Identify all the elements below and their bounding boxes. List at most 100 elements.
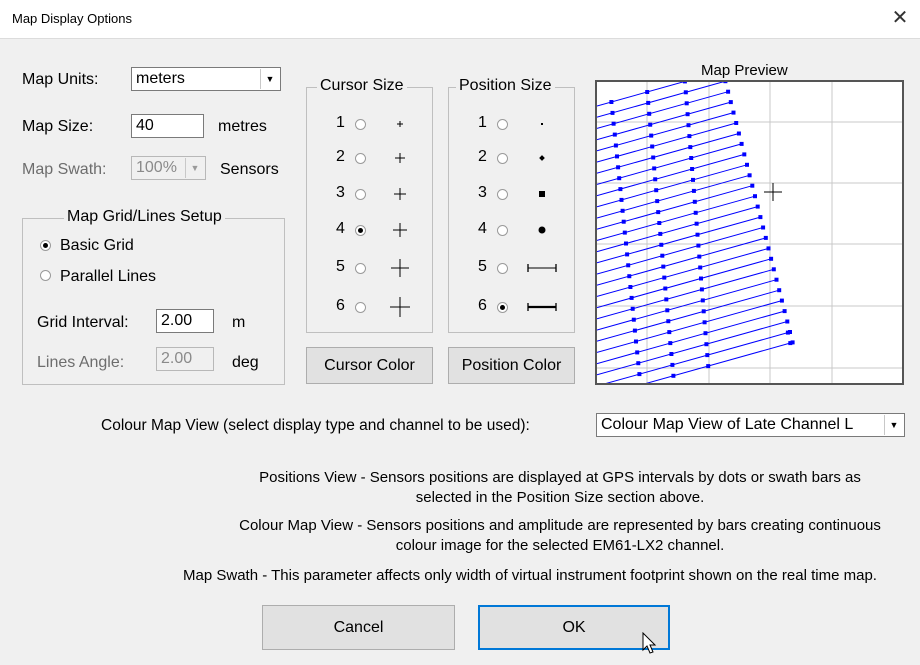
crosshair-icon xyxy=(394,188,406,200)
map-size-label: Map Size: xyxy=(22,118,94,135)
position-marker xyxy=(697,254,702,259)
cancel-button[interactable]: Cancel xyxy=(262,605,455,650)
position-marker xyxy=(625,252,630,257)
position-marker xyxy=(779,298,784,303)
cursor-size-radio-5[interactable] xyxy=(355,263,366,274)
survey-line xyxy=(597,101,731,141)
cursor-size-radio-4[interactable] xyxy=(355,225,366,236)
position-marker xyxy=(620,208,625,213)
position-marker xyxy=(612,132,617,137)
lines-angle-unit: deg xyxy=(232,354,259,371)
position-marker xyxy=(646,100,651,105)
position-marker xyxy=(758,215,763,220)
parallel-lines-label[interactable]: Parallel Lines xyxy=(60,268,156,286)
map-swath-label: Map Swath: xyxy=(22,161,107,178)
position-marker xyxy=(649,133,654,138)
position-marker xyxy=(684,101,689,106)
title-bar xyxy=(0,0,920,39)
crosshair-icon xyxy=(395,153,405,163)
close-icon[interactable]: ✕ xyxy=(886,4,914,32)
position-marker xyxy=(667,330,672,335)
position-size-radio-4[interactable] xyxy=(497,225,508,236)
grid-interval-input[interactable]: 2.00 xyxy=(156,309,214,333)
survey-line xyxy=(597,82,725,118)
position-marker xyxy=(682,82,687,84)
position-marker xyxy=(692,199,697,204)
colour-map-select[interactable]: Colour Map View of Late Channel L ▼ xyxy=(596,413,905,437)
position-marker xyxy=(671,373,676,378)
position-marker xyxy=(706,364,711,369)
position-marker xyxy=(662,275,667,280)
lines-angle-label: Lines Angle: xyxy=(37,354,125,371)
position-marker xyxy=(613,143,618,148)
position-size-number: 3 xyxy=(478,184,487,201)
position-size-radio-2[interactable] xyxy=(497,153,508,164)
position-marker xyxy=(630,306,635,311)
position-marker xyxy=(761,225,766,230)
colour-map-description: Colour Map View - Sensors positions and … xyxy=(239,517,881,554)
grid-interval-unit: m xyxy=(232,314,246,331)
position-marker-icon xyxy=(541,123,543,125)
position-size-radio-5[interactable] xyxy=(497,263,508,274)
map-preview xyxy=(595,80,904,385)
map-preview-canvas xyxy=(597,82,902,383)
position-size-radio-6[interactable] xyxy=(497,302,508,313)
position-size-radio-3[interactable] xyxy=(497,189,508,200)
position-marker xyxy=(647,111,652,116)
position-size-number: 1 xyxy=(478,114,487,131)
position-marker xyxy=(731,110,736,115)
basic-grid-label[interactable]: Basic Grid xyxy=(60,237,134,255)
position-marker xyxy=(654,188,659,193)
position-marker xyxy=(651,155,656,160)
position-marker xyxy=(665,308,670,313)
position-marker xyxy=(666,319,671,324)
cursor-size-radio-6[interactable] xyxy=(355,302,366,313)
survey-line xyxy=(597,195,756,241)
position-marker xyxy=(627,274,632,279)
position-marker xyxy=(653,177,658,182)
map-size-unit: metres xyxy=(218,118,267,135)
cursor-color-button[interactable]: Cursor Color xyxy=(306,347,433,384)
lines-angle-input[interactable]: 2.00 xyxy=(156,347,214,371)
map-swath-unit: Sensors xyxy=(220,161,279,178)
chevron-down-icon: ▼ xyxy=(260,69,279,89)
colour-map-value: Colour Map View of Late Channel L xyxy=(601,416,854,433)
crosshair-icon xyxy=(397,121,403,127)
position-marker xyxy=(695,232,700,237)
position-size-number: 5 xyxy=(478,258,487,275)
position-marker xyxy=(617,176,622,181)
position-marker xyxy=(700,298,705,303)
position-marker xyxy=(693,210,698,215)
cursor-size-radio-2[interactable] xyxy=(355,153,366,164)
position-marker xyxy=(688,145,693,150)
position-marker xyxy=(648,122,653,127)
map-size-input[interactable]: 40 xyxy=(131,114,204,138)
map-swath-description: Map Swath - This parameter affects only … xyxy=(183,567,877,584)
position-marker-icon xyxy=(538,226,546,234)
grid-interval-label: Grid Interval: xyxy=(37,314,129,331)
position-marker xyxy=(742,152,747,157)
cursor-size-radio-1[interactable] xyxy=(355,119,366,130)
position-marker xyxy=(663,286,668,291)
survey-line xyxy=(597,268,774,320)
position-marker xyxy=(652,166,657,171)
window-title: Map Display Options xyxy=(12,11,132,26)
position-marker xyxy=(782,309,787,314)
position-size-number: 4 xyxy=(478,220,487,237)
parallel-lines-radio[interactable] xyxy=(40,270,51,281)
map-swath-select[interactable]: 100% ▼ xyxy=(131,156,206,180)
position-size-radio-1[interactable] xyxy=(497,119,508,130)
basic-grid-radio[interactable] xyxy=(40,240,51,251)
position-marker xyxy=(658,231,663,236)
position-marker xyxy=(634,339,638,344)
survey-line xyxy=(597,206,758,253)
position-marker xyxy=(611,121,616,126)
position-color-button[interactable]: Position Color xyxy=(448,347,575,384)
position-marker xyxy=(766,246,771,251)
map-units-select[interactable]: meters ▼ xyxy=(131,67,281,91)
cursor-size-radio-3[interactable] xyxy=(355,189,366,200)
position-marker xyxy=(785,319,790,324)
position-marker xyxy=(690,167,695,171)
position-marker xyxy=(626,263,631,268)
position-marker xyxy=(736,131,741,136)
